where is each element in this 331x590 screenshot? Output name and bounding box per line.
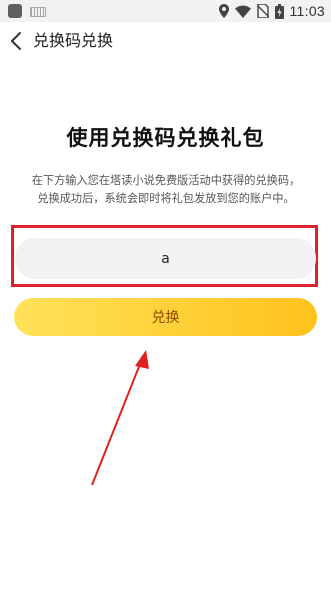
status-bar-right: 11:03 xyxy=(218,3,326,19)
annotation-arrow xyxy=(91,350,149,486)
redeem-button[interactable]: 兑换 xyxy=(14,298,317,336)
chevron-left-icon[interactable] xyxy=(6,30,28,52)
description: 在下方输入您在塔读小说免费版活动中获得的兑换码， 兑换成功后，系统会即时将礼包发… xyxy=(14,172,318,208)
description-line-1: 在下方输入您在塔读小说免费版活动中获得的兑换码， xyxy=(31,174,301,187)
description-line-2: 兑换成功后，系统会即时将礼包发放到您的账户中。 xyxy=(37,192,295,205)
top-nav: 兑换码兑换 xyxy=(0,22,331,60)
battery-icon xyxy=(274,3,284,19)
location-icon xyxy=(218,4,229,18)
status-bar: 11:03 xyxy=(0,0,331,22)
heading: 使用兑换码兑换礼包 xyxy=(66,126,265,150)
redeem-code-input[interactable] xyxy=(15,238,316,279)
redeem-code-screen: 11:03 兑换码兑换 使用兑换码兑换礼包 在下方输入您在塔读小说免费版活动中获… xyxy=(0,0,331,590)
status-time: 11:03 xyxy=(289,3,325,19)
app-square-icon xyxy=(8,4,22,18)
no-sim-icon xyxy=(256,4,269,18)
page-title: 兑换码兑换 xyxy=(33,31,114,50)
wifi-icon xyxy=(234,5,251,18)
keyboard-icon xyxy=(30,7,46,17)
